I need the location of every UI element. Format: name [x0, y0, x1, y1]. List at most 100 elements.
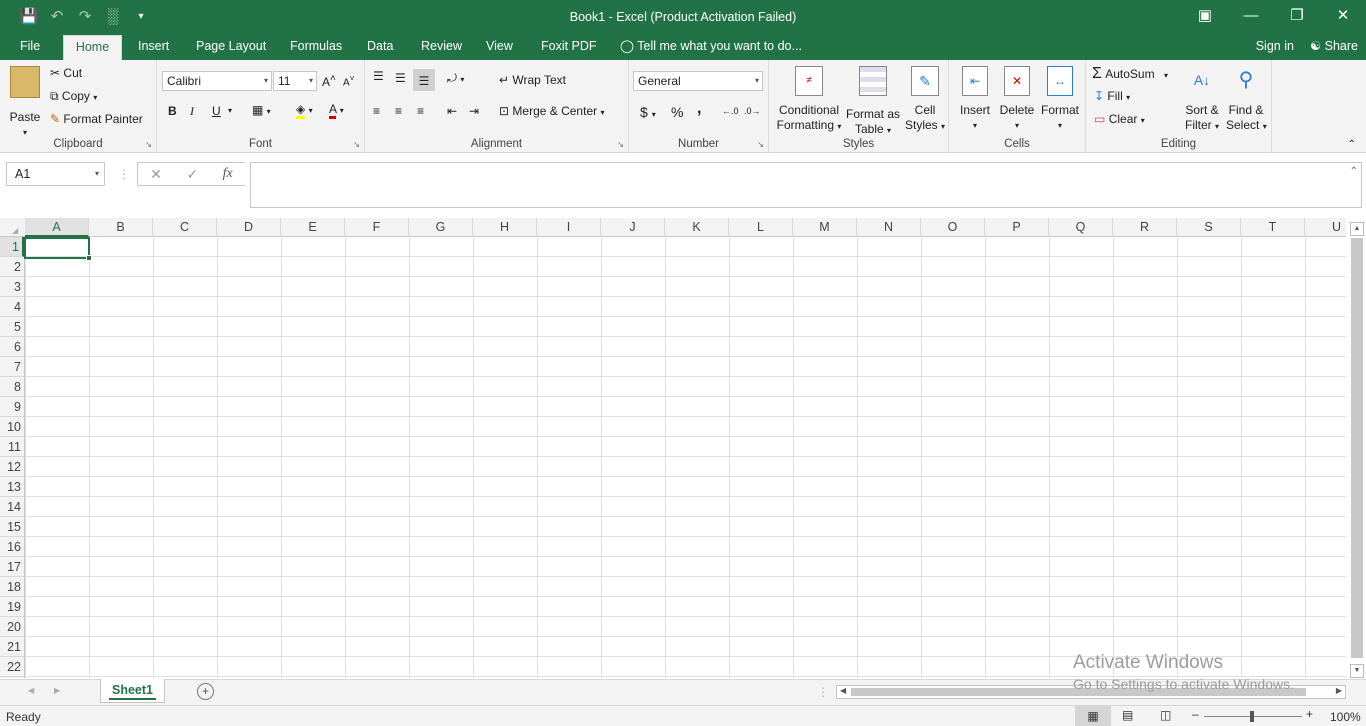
delete-cells-button[interactable]: ✕ Delete ▾	[999, 66, 1035, 133]
zoom-level[interactable]: 100%	[1330, 710, 1361, 724]
row-header[interactable]: 12	[0, 457, 24, 477]
column-header[interactable]: M	[793, 218, 857, 237]
share-button[interactable]: ☯ Share	[1310, 35, 1358, 60]
page-break-view-icon[interactable]: ◫	[1160, 708, 1171, 722]
worksheet-grid[interactable]: ◢ ABCDEFGHIJKLMNOPQRSTU 1 2 3 4 5 6 7 8 9 10 11 12 1…	[0, 218, 1346, 678]
increase-decimal-icon[interactable]: ←.0	[722, 106, 739, 116]
sort-filter-button[interactable]: A↓ Sort & Filter ▾	[1182, 66, 1222, 134]
insert-cells-button[interactable]: ⇤ Insert ▾	[957, 66, 993, 133]
clear-button[interactable]: ▭ Clear ▾	[1094, 112, 1145, 126]
row-header[interactable]: 4	[0, 297, 24, 317]
underline-button[interactable]: U	[212, 104, 221, 118]
format-as-table-button[interactable]: Format as Table ▾	[845, 66, 901, 138]
tab-file[interactable]: File	[12, 35, 48, 60]
bold-button[interactable]: B	[168, 104, 177, 118]
scroll-down-icon[interactable]: ▼	[1350, 664, 1364, 678]
tab-review[interactable]: Review	[413, 35, 470, 60]
accounting-format-button[interactable]: $ ▾	[640, 104, 656, 120]
middle-align-icon[interactable]: ☰	[395, 71, 406, 85]
fill-handle[interactable]	[86, 255, 92, 261]
font-color-icon[interactable]: A ▾	[329, 102, 344, 119]
decrease-decimal-icon[interactable]: .0→	[744, 106, 761, 116]
normal-view-icon[interactable]: ▦	[1075, 706, 1111, 726]
column-header[interactable]: E	[281, 218, 345, 237]
enter-icon[interactable]: ✓	[186, 166, 198, 183]
tab-insert[interactable]: Insert	[130, 35, 177, 60]
active-cell-a1[interactable]	[24, 237, 92, 261]
copy-button[interactable]: ⧉ Copy ▾	[50, 89, 97, 104]
column-header[interactable]: I	[537, 218, 601, 237]
row-header[interactable]: 14	[0, 497, 24, 517]
column-header[interactable]: S	[1177, 218, 1241, 237]
row-header[interactable]: 7	[0, 357, 24, 377]
row-header[interactable]: 3	[0, 277, 24, 297]
row-header[interactable]: 21	[0, 637, 24, 657]
scroll-right-icon[interactable]: ▶	[1336, 686, 1342, 695]
find-select-button[interactable]: ⚲ Find & Select ▾	[1226, 66, 1267, 134]
collapse-ribbon-icon[interactable]: ⌃	[1348, 139, 1356, 150]
cancel-icon[interactable]: ✕	[150, 166, 162, 183]
column-header[interactable]: K	[665, 218, 729, 237]
font-name-combo[interactable]: Calibri ▾	[162, 71, 272, 91]
column-header[interactable]: U	[1305, 218, 1346, 237]
cell-styles-button[interactable]: ✎ Cell Styles ▾	[905, 66, 945, 134]
column-header[interactable]: J	[601, 218, 665, 237]
sheet-tab-sheet1[interactable]: Sheet1	[100, 679, 165, 703]
column-header[interactable]: G	[409, 218, 473, 237]
zoom-out-icon[interactable]: –	[1192, 707, 1199, 721]
autosum-button[interactable]: Σ AutoSum ▾	[1092, 65, 1168, 83]
row-header[interactable]: 20	[0, 617, 24, 637]
prev-sheet-icon[interactable]: ◀	[28, 686, 34, 695]
minimize-icon[interactable]: —	[1228, 0, 1274, 32]
percent-style-button[interactable]: %	[671, 104, 683, 120]
top-align-icon[interactable]: ☰	[373, 69, 384, 83]
vertical-scroll-thumb[interactable]	[1351, 238, 1363, 658]
number-format-combo[interactable]: General ▾	[633, 71, 763, 91]
row-header[interactable]: 2	[0, 257, 24, 277]
close-icon[interactable]: ✕	[1320, 0, 1366, 32]
cut-button[interactable]: ✂ Cut	[50, 66, 82, 80]
zoom-slider-thumb[interactable]	[1250, 711, 1254, 722]
row-header[interactable]: 17	[0, 557, 24, 577]
row-header[interactable]: 10	[0, 417, 24, 437]
dialog-launcher-icon[interactable]: ↘	[617, 140, 624, 149]
row-header[interactable]: 19	[0, 597, 24, 617]
tab-view[interactable]: View	[478, 35, 521, 60]
column-header[interactable]: H	[473, 218, 537, 237]
column-header[interactable]: D	[217, 218, 281, 237]
increase-font-icon[interactable]: A˄	[322, 73, 336, 89]
column-header[interactable]: B	[89, 218, 153, 237]
tell-me-box[interactable]: ◯ Tell me what you want to do...	[612, 35, 810, 60]
italic-button[interactable]: I	[190, 104, 194, 119]
formula-input[interactable]	[250, 162, 1362, 208]
column-header[interactable]: F	[345, 218, 409, 237]
collapse-formula-icon[interactable]: ⌃	[1350, 166, 1358, 177]
scroll-left-icon[interactable]: ◀	[840, 686, 846, 695]
align-right-icon[interactable]: ≡	[417, 104, 424, 118]
ribbon-display-icon[interactable]: ▣	[1182, 0, 1228, 32]
chevron-down-icon[interactable]: ▾	[228, 106, 232, 115]
page-layout-view-icon[interactable]: ▤	[1122, 708, 1133, 722]
font-size-combo[interactable]: 11 ▾	[273, 71, 317, 91]
decrease-font-icon[interactable]: A˅	[343, 73, 355, 88]
splitter-icon[interactable]: ⋮	[817, 685, 829, 699]
tab-data[interactable]: Data	[359, 35, 401, 60]
format-cells-button[interactable]: ↔ Format ▾	[1041, 66, 1079, 133]
row-header[interactable]: 13	[0, 477, 24, 497]
name-box[interactable]: A1 ▾	[6, 162, 105, 186]
row-header[interactable]: 18	[0, 577, 24, 597]
column-header[interactable]: T	[1241, 218, 1305, 237]
select-all-icon[interactable]: ◢	[12, 226, 18, 235]
align-left-icon[interactable]: ≡	[373, 104, 380, 118]
format-painter-button[interactable]: ✎ Format Painter	[50, 112, 143, 126]
row-header[interactable]: 6	[0, 337, 24, 357]
tab-page-layout[interactable]: Page Layout	[188, 35, 274, 60]
align-center-icon[interactable]: ≡	[395, 104, 402, 118]
tab-home[interactable]: Home	[63, 35, 122, 60]
column-header[interactable]: A	[25, 218, 89, 237]
row-header[interactable]: 11	[0, 437, 24, 457]
bottom-align-icon[interactable]: ☰	[413, 69, 435, 91]
fill-button[interactable]: ↧ Fill ▾	[1094, 89, 1130, 103]
row-header[interactable]: 22	[0, 657, 24, 677]
increase-indent-icon[interactable]: ⇥	[469, 104, 479, 118]
